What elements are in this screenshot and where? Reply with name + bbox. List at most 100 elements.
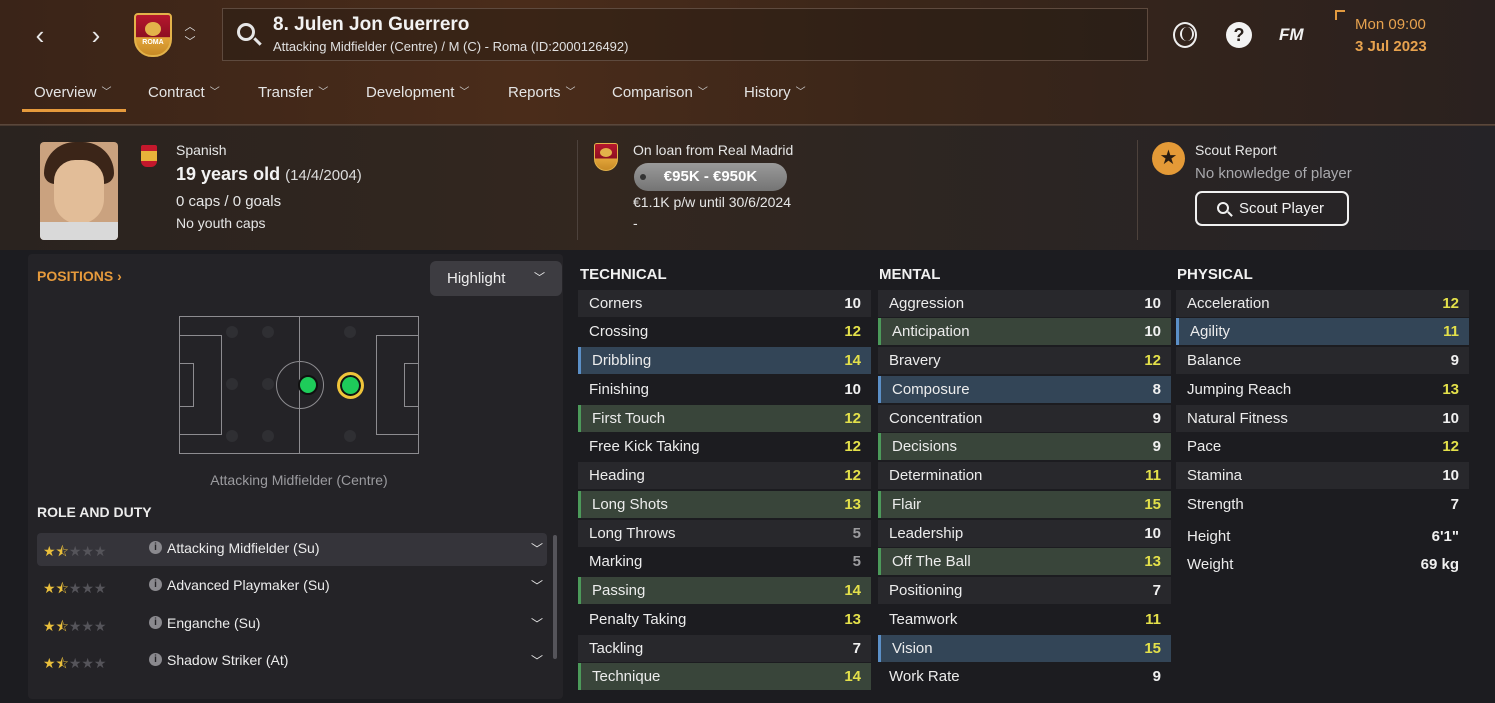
attribute-row[interactable]: Tackling 7 (578, 635, 871, 662)
scout-player-button[interactable]: Scout Player (1195, 191, 1349, 226)
attribute-row[interactable]: Vision 15 (878, 635, 1171, 662)
attribute-row[interactable]: Height 6'1" (1176, 523, 1469, 550)
attribute-value: 5 (852, 525, 861, 542)
attribute-row[interactable]: Marking 5 (578, 548, 871, 575)
position-slot[interactable] (344, 326, 356, 338)
tab-comparison[interactable]: Comparison ﹀ (612, 84, 708, 114)
position-slot[interactable] (262, 430, 274, 442)
attribute-row[interactable]: Agility 11 (1176, 318, 1469, 345)
attribute-row[interactable]: Penalty Taking 13 (578, 606, 871, 633)
nationality[interactable]: Spanish (176, 142, 227, 158)
attribute-row[interactable]: Composure 8 (878, 376, 1171, 403)
attribute-row[interactable]: Flair 15 (878, 491, 1171, 518)
attribute-row[interactable]: Balance 9 (1176, 347, 1469, 374)
attribute-row[interactable]: Crossing 12 (578, 318, 871, 345)
loan-status[interactable]: On loan from Real Madrid (633, 142, 793, 158)
attribute-row[interactable]: Leadership 10 (878, 520, 1171, 547)
attribute-row[interactable]: Teamwork 11 (878, 606, 1171, 633)
role-row[interactable]: ★⯪★★★ i Advanced Playmaker (Su) ﹀ (37, 570, 547, 603)
role-row[interactable]: ★⯪★★★ i Shadow Striker (At) ﹀ (37, 645, 547, 678)
tab-reports[interactable]: Reports ﹀ (508, 84, 576, 114)
attribute-name: Acceleration (1187, 295, 1270, 312)
info-icon[interactable]: i (149, 616, 162, 629)
position-slot[interactable] (344, 430, 356, 442)
position-slot[interactable] (226, 326, 238, 338)
caps-goals: 0 caps / 0 goals (176, 193, 282, 210)
scout-player-label: Scout Player (1239, 200, 1325, 217)
chevron-down-icon[interactable]: ﹀ (531, 577, 543, 594)
attribute-row[interactable]: Finishing 10 (578, 376, 871, 403)
player-search-box[interactable]: 8. Julen Jon Guerrero Attacking Midfield… (222, 8, 1148, 61)
tab-history[interactable]: History ﹀ (744, 84, 806, 114)
attribute-row[interactable]: Aggression 10 (878, 290, 1171, 317)
club-crest-icon[interactable]: ROMA (134, 13, 172, 57)
attribute-row[interactable]: Weight 69 kg (1176, 551, 1469, 578)
attribute-value: 14 (844, 582, 861, 599)
tab-contract[interactable]: Contract ﹀ (148, 84, 220, 114)
role-row[interactable]: ★⯪★★★ i Enganche (Su) ﹀ (37, 608, 547, 641)
attribute-name: Decisions (892, 438, 958, 455)
attribute-row[interactable]: Corners 10 (578, 290, 871, 317)
attribute-row[interactable]: Free Kick Taking 12 (578, 433, 871, 460)
attribute-row[interactable]: First Touch 12 (578, 405, 871, 432)
info-icon[interactable]: i (149, 653, 162, 666)
info-icon[interactable]: i (149, 578, 162, 591)
forward-button[interactable]: › (84, 22, 108, 48)
attribute-value: 6'1" (1431, 528, 1459, 545)
attribute-row[interactable]: Anticipation 10 (878, 318, 1171, 345)
attribute-name: Composure (892, 381, 970, 398)
position-slot[interactable] (226, 430, 238, 442)
attribute-row[interactable]: Strength 7 (1176, 491, 1469, 518)
back-button[interactable]: ‹ (28, 22, 52, 48)
attribute-row[interactable]: Natural Fitness 10 (1176, 405, 1469, 432)
position-marker[interactable] (298, 375, 318, 395)
attribute-row[interactable]: Positioning 7 (878, 577, 1171, 604)
search-icon[interactable] (237, 23, 255, 41)
chevron-down-icon[interactable]: ﹀ (531, 540, 543, 557)
role-row[interactable]: ★⯪★★★ i Attacking Midfielder (Su) ﹀ (37, 533, 547, 566)
transfer-value-badge[interactable]: €95K - €950K (634, 163, 787, 191)
position-slot[interactable] (262, 378, 274, 390)
attribute-row[interactable]: Concentration 9 (878, 405, 1171, 432)
positions-link[interactable]: POSITIONS › (37, 268, 122, 284)
chevron-down-icon[interactable]: ﹀ (531, 652, 543, 669)
player-switcher[interactable]: ︿ ﹀ (181, 20, 199, 50)
attribute-name: Penalty Taking (589, 611, 687, 628)
position-slot[interactable] (262, 326, 274, 338)
attribute-row[interactable]: Dribbling 14 (578, 347, 871, 374)
chevron-down-icon: ﹀ (534, 272, 545, 284)
date-time-widget[interactable]: Mon 09:00 3 Jul 2023 (1335, 10, 1475, 60)
roles-scrollbar[interactable] (553, 535, 557, 659)
tab-development[interactable]: Development ﹀ (366, 84, 469, 114)
help-icon[interactable]: ? (1226, 22, 1252, 48)
attribute-row[interactable]: Off The Ball 13 (878, 548, 1171, 575)
tab-transfer[interactable]: Transfer ﹀ (258, 84, 328, 114)
loan-club-crest-icon[interactable] (594, 143, 618, 171)
globe-icon[interactable] (1173, 22, 1197, 48)
attribute-row[interactable]: Passing 14 (578, 577, 871, 604)
attribute-row[interactable]: Technique 14 (578, 663, 871, 690)
nation-flag-icon[interactable] (141, 145, 157, 167)
highlight-dropdown[interactable]: Highlight ﹀ (430, 261, 562, 296)
attribute-row[interactable]: Heading 12 (578, 462, 871, 489)
attribute-row[interactable]: Jumping Reach 13 (1176, 376, 1469, 403)
info-icon[interactable]: i (149, 541, 162, 554)
current-date: 3 Jul 2023 (1355, 38, 1427, 55)
chevron-down-icon[interactable]: ﹀ (181, 35, 199, 50)
attribute-row[interactable]: Decisions 9 (878, 433, 1171, 460)
natural-position-marker[interactable] (337, 372, 364, 399)
attribute-value: 14 (844, 352, 861, 369)
chevron-up-icon[interactable]: ︿ (181, 20, 199, 35)
attribute-row[interactable]: Pace 12 (1176, 433, 1469, 460)
position-slot[interactable] (226, 378, 238, 390)
chevron-down-icon[interactable]: ﹀ (531, 615, 543, 632)
attribute-row[interactable]: Long Shots 13 (578, 491, 871, 518)
attribute-row[interactable]: Long Throws 5 (578, 520, 871, 547)
attribute-row[interactable]: Stamina 10 (1176, 462, 1469, 489)
attribute-row[interactable]: Acceleration 12 (1176, 290, 1469, 317)
attribute-row[interactable]: Work Rate 9 (878, 663, 1171, 690)
attribute-row[interactable]: Determination 11 (878, 462, 1171, 489)
attribute-row[interactable]: Bravery 12 (878, 347, 1171, 374)
fm-menu-icon[interactable]: FM (1279, 22, 1309, 48)
attribute-name: Determination (889, 467, 983, 484)
